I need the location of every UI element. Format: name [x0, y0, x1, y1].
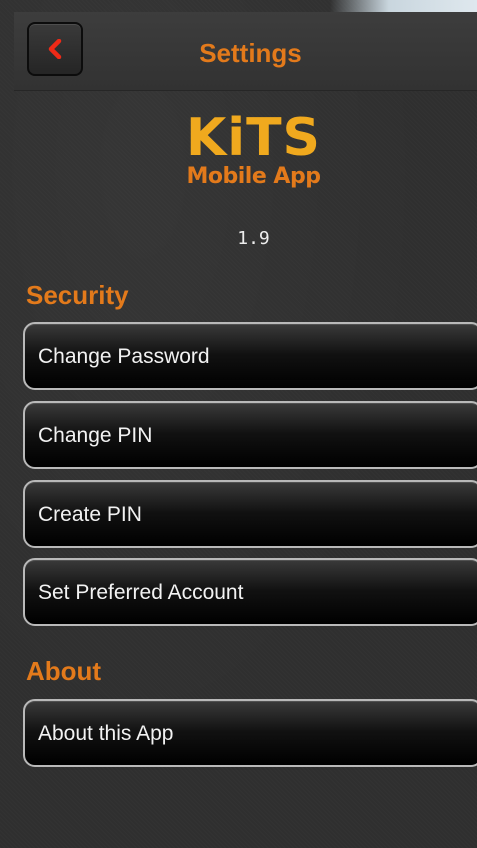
app-logo: KiTS Mobile App: [0, 112, 477, 188]
button-label: Change PIN: [38, 424, 153, 447]
header-bar: Settings: [14, 12, 477, 91]
about-this-app-button[interactable]: About this App: [23, 699, 477, 767]
section-heading-about: About: [26, 656, 102, 686]
button-label: Change Password: [38, 345, 210, 368]
logo-name: KiTS: [185, 108, 322, 168]
change-password-button[interactable]: Change Password: [23, 322, 477, 390]
create-pin-button[interactable]: Create PIN: [23, 480, 477, 548]
logo-subtitle: Mobile App: [186, 164, 321, 189]
button-label: Create PIN: [38, 503, 142, 526]
button-label: Set Preferred Account: [38, 581, 244, 604]
app-version: 1.9: [237, 228, 270, 249]
change-pin-button[interactable]: Change PIN: [23, 401, 477, 469]
page-title: Settings: [199, 38, 302, 68]
set-preferred-account-button[interactable]: Set Preferred Account: [23, 558, 477, 626]
settings-screen: Settings KiTS Mobile App 1.9 Security Ch…: [0, 0, 477, 848]
button-label: About this App: [38, 722, 174, 745]
section-heading-security: Security: [26, 280, 129, 310]
